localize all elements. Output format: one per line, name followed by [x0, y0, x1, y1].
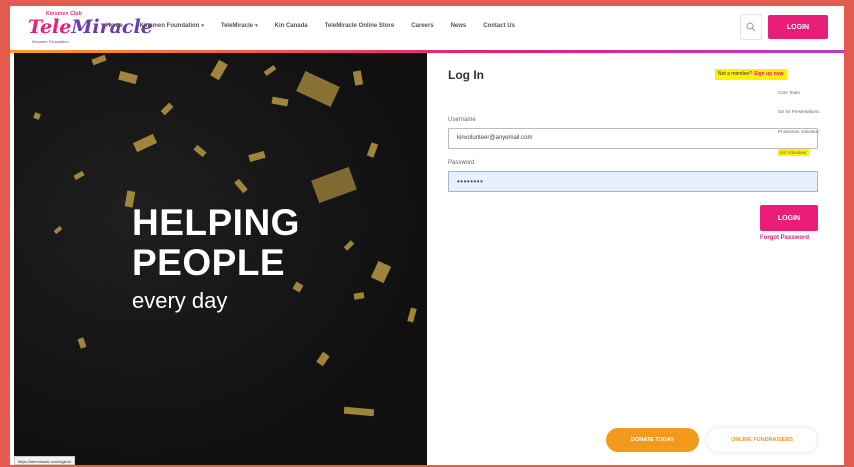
hero-headline-line1: HELPING [132, 202, 300, 243]
confetti-piece [234, 178, 248, 194]
hero-banner: HELPING PEOPLE every day https://telemir… [14, 53, 427, 465]
confetti-piece [353, 292, 365, 300]
login-panel: Log In Not a member? Sign up now Core Te… [427, 53, 844, 465]
user-type-on-air[interactable]: On Air Presentations [778, 109, 819, 114]
not-member-text: Not a member? [718, 71, 753, 77]
nav-item-online-store[interactable]: TeleMiracle Online Store [325, 23, 395, 29]
confetti-piece [370, 260, 392, 284]
username-field[interactable]: kinvolunteer@anyemail.com [448, 128, 818, 149]
chevron-down-icon: ▾ [201, 23, 204, 29]
username-label: Username [448, 117, 476, 123]
forgot-password-link[interactable]: Forgot Password [760, 235, 809, 241]
nav-item-careers[interactable]: Careers [411, 23, 433, 29]
confetti-piece [77, 337, 87, 349]
search-icon [746, 22, 756, 32]
search-button[interactable] [740, 14, 762, 40]
confetti-piece [160, 102, 174, 116]
browser-frame: Kinsmen Club TeleMiracle Kinsmen Foundat… [10, 6, 844, 465]
hero-subheadline: every day [132, 288, 228, 313]
chevron-down-icon: ▾ [255, 23, 258, 29]
confetti-piece [118, 70, 138, 85]
online-fundraisers-button[interactable]: ONLINE FUNDRAISERS [707, 428, 817, 452]
user-type-kin-volunteer[interactable]: Kin Volunteer [778, 149, 809, 156]
confetti-piece [132, 133, 158, 153]
confetti-piece [33, 112, 41, 120]
nav-item-telemiracle[interactable]: TeleMiracle ▾ [221, 23, 258, 29]
confetti-piece [343, 406, 375, 417]
header-login-button[interactable]: LOGIN [768, 15, 828, 39]
confetti-piece [316, 351, 330, 367]
confetti-piece [271, 96, 289, 107]
donate-today-button[interactable]: DONATE TODAY [606, 428, 699, 452]
confetti-piece [352, 70, 364, 86]
telemiracle-logo[interactable]: Kinsmen Club TeleMiracle Kinsmen Foundat… [26, 11, 153, 45]
signup-prompt: Not a member? Sign up now [715, 69, 787, 80]
confetti-piece [366, 142, 379, 158]
confetti-piece [343, 240, 355, 251]
hero-headline: HELPING PEOPLE [132, 203, 300, 283]
confetti-piece [248, 151, 266, 162]
confetti-piece [53, 225, 63, 235]
nav-item-home[interactable]: Home [106, 23, 123, 29]
login-submit-button[interactable]: LOGIN [760, 205, 818, 231]
main-nav: Home Kinsmen Foundation ▾ TeleMiracle ▾ Ki… [106, 23, 532, 29]
confetti-piece [263, 65, 277, 76]
confetti-piece [73, 170, 85, 181]
browser-status-url: https://telemiracle.com/login/# [14, 456, 75, 465]
site-header: Kinsmen Club TeleMiracle Kinsmen Foundat… [10, 6, 844, 50]
confetti-piece [91, 54, 107, 66]
nav-item-kinsmen-foundation[interactable]: Kinsmen Foundation ▾ [140, 23, 204, 29]
confetti-piece [296, 71, 340, 107]
nav-item-kin-canada[interactable]: Kin Canada [275, 23, 308, 29]
signup-link[interactable]: Sign up now [754, 71, 784, 77]
user-type-core-team[interactable]: Core Team [778, 90, 800, 95]
confetti-piece [292, 281, 304, 293]
hero-headline-line2: PEOPLE [132, 242, 286, 283]
confetti-piece [407, 307, 417, 323]
password-field[interactable]: •••••••• [448, 171, 818, 192]
password-label: Password [448, 160, 475, 166]
confetti-piece [193, 144, 207, 158]
nav-item-contact[interactable]: Contact Us [483, 23, 515, 29]
confetti-piece [311, 166, 357, 204]
nav-item-news[interactable]: News [451, 23, 467, 29]
login-heading: Log In [448, 68, 484, 82]
logo-subtitle: Kinsmen Foundation [32, 39, 69, 44]
confetti-piece [210, 59, 228, 81]
